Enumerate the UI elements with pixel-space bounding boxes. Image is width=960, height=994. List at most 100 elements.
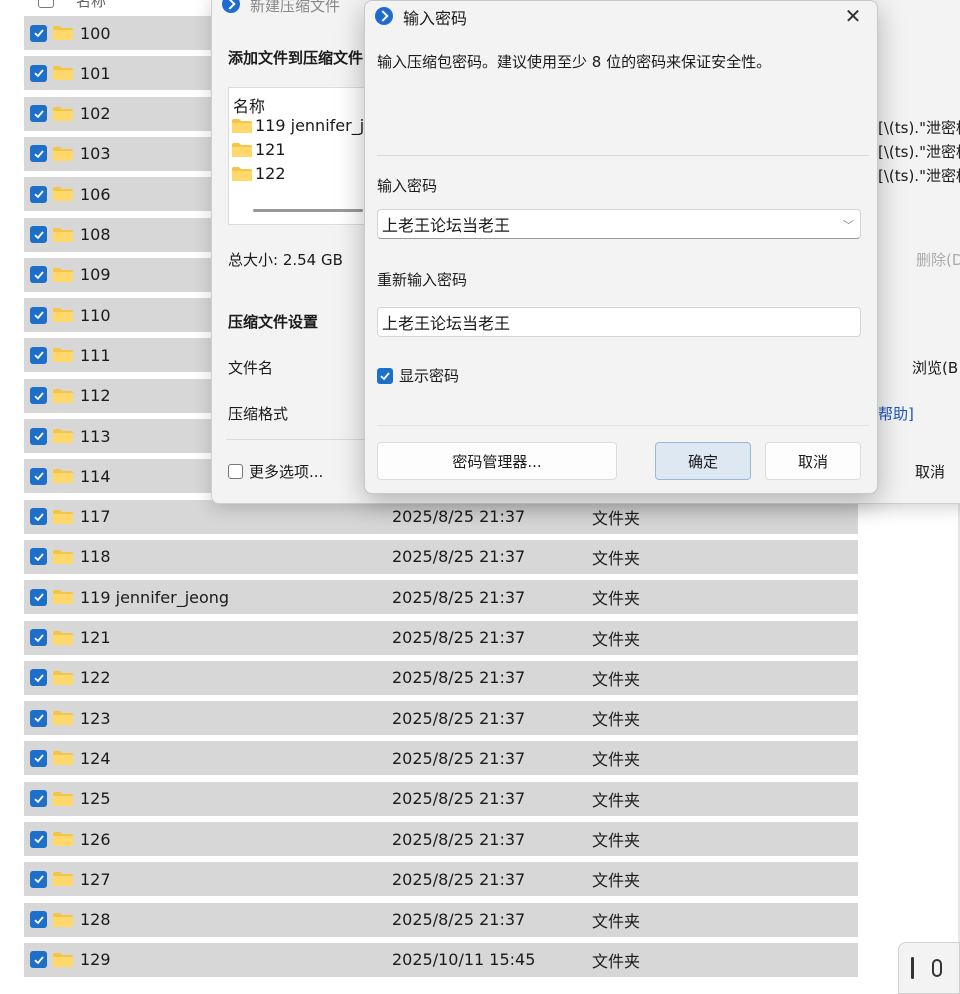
confirm-password-field[interactable]: 上老王论坛当老王 xyxy=(377,307,861,337)
row-checkbox[interactable] xyxy=(30,467,47,485)
table-row[interactable]: 126 2025/8/25 21:37 文件夹 xyxy=(24,822,858,856)
table-row[interactable]: 118 2025/8/25 21:37 文件夹 xyxy=(24,539,858,574)
row-checkbox[interactable] xyxy=(30,185,47,203)
row-checkbox[interactable] xyxy=(30,548,47,566)
column-header-name[interactable]: 名称 xyxy=(76,0,106,11)
row-type: 文件夹 xyxy=(592,589,641,609)
row-date: 2025/8/25 21:37 xyxy=(392,587,526,607)
row-checkbox[interactable] xyxy=(30,709,47,727)
file-name: 119 jennifer_jeong xyxy=(255,116,377,135)
row-checkbox[interactable] xyxy=(30,951,47,969)
row-checkbox[interactable] xyxy=(30,64,47,82)
table-row[interactable]: 122 2025/8/25 21:37 文件夹 xyxy=(24,660,858,695)
table-row[interactable]: 117 2025/8/25 21:37 文件夹 xyxy=(24,499,858,534)
table-row[interactable]: 119 jennifer_jeong 2025/8/25 21:37 文件夹 xyxy=(24,580,858,615)
text-cursor-icon[interactable] xyxy=(911,957,914,979)
folder-icon xyxy=(52,589,74,605)
file-item[interactable]: 122 xyxy=(231,164,377,183)
row-checkbox[interactable] xyxy=(30,830,47,848)
row-name: 123 xyxy=(80,708,111,728)
ok-button[interactable]: 确定 xyxy=(655,442,751,480)
folder-icon xyxy=(231,118,253,134)
microphone-icon[interactable] xyxy=(932,959,942,977)
show-password-label: 显示密码 xyxy=(399,367,460,385)
chevron-down-icon[interactable]: ﹀ xyxy=(843,217,854,233)
dialog-title: 输入密码 xyxy=(403,9,468,28)
row-checkbox[interactable] xyxy=(30,629,47,646)
row-checkbox[interactable] xyxy=(30,749,47,767)
row-checkbox[interactable] xyxy=(30,870,47,888)
row-date: 2025/8/25 21:37 xyxy=(392,869,526,889)
row-type: 文件夹 xyxy=(592,871,641,891)
row-checkbox[interactable] xyxy=(30,427,47,445)
app-logo-icon xyxy=(222,0,240,13)
file-item[interactable]: 121 xyxy=(231,140,377,159)
row-date: 2025/8/25 21:37 xyxy=(392,789,526,809)
password-field[interactable]: 上老王论坛当老王 ﹀ xyxy=(377,209,861,239)
more-options[interactable]: 更多选项... xyxy=(228,461,323,482)
folder-icon xyxy=(52,65,74,81)
folder-icon xyxy=(52,750,74,766)
row-checkbox[interactable] xyxy=(30,105,47,123)
row-checkbox[interactable] xyxy=(30,226,47,243)
folder-icon xyxy=(52,549,74,565)
folder-icon xyxy=(52,791,74,807)
row-checkbox[interactable] xyxy=(30,790,47,808)
row-checkbox[interactable] xyxy=(30,306,47,324)
table-row[interactable]: 128 2025/8/25 21:37 文件夹 xyxy=(24,902,858,937)
cancel-button[interactable]: 取消 xyxy=(907,453,960,489)
folder-icon xyxy=(52,831,74,847)
row-type: 文件夹 xyxy=(592,750,641,770)
password-dialog: 输入密码 ✕ 输入压缩包密码。建议使用至少 8 位的密码来保证安全性。 输入密码… xyxy=(364,0,878,494)
row-name: 119 jennifer_jeong xyxy=(80,587,230,607)
delete-button[interactable]: 删除(D xyxy=(916,249,960,270)
row-name: 127 xyxy=(80,869,111,889)
total-size: 总大小: 2.54 GB xyxy=(228,251,343,269)
show-password-checkbox[interactable] xyxy=(377,367,393,384)
password-value: 上老王论坛当老王 xyxy=(382,216,511,235)
file-item[interactable]: 119 jennifer_jeong xyxy=(231,116,377,135)
row-checkbox[interactable] xyxy=(30,588,47,606)
close-icon[interactable]: ✕ xyxy=(839,3,867,29)
show-password-toggle[interactable]: 显示密码 xyxy=(377,365,459,386)
row-name: 128 xyxy=(80,910,111,930)
folder-icon xyxy=(52,630,74,646)
table-row[interactable]: 127 2025/8/25 21:37 文件夹 xyxy=(24,862,858,897)
row-checkbox[interactable] xyxy=(30,266,47,284)
checkmark-icon xyxy=(380,371,390,380)
divider xyxy=(377,425,869,426)
row-checkbox[interactable] xyxy=(30,508,47,526)
row-date: 2025/10/11 15:45 xyxy=(392,950,536,970)
row-checkbox[interactable] xyxy=(30,669,47,687)
password-manager-button[interactable]: 密码管理器... xyxy=(377,442,617,480)
table-row[interactable]: 121 2025/8/25 21:37 文件夹 xyxy=(24,620,858,655)
table-row[interactable]: 125 2025/8/25 21:37 文件夹 xyxy=(24,781,858,816)
row-checkbox[interactable] xyxy=(30,346,47,364)
folder-icon xyxy=(52,428,74,444)
horizontal-scrollbar[interactable] xyxy=(253,209,363,212)
table-row[interactable]: 129 2025/10/11 15:45 文件夹 xyxy=(24,942,858,977)
row-name: 124 xyxy=(80,748,111,768)
folder-icon xyxy=(52,267,74,283)
cancel-button[interactable]: 取消 xyxy=(765,442,861,480)
row-checkbox[interactable] xyxy=(30,387,47,405)
row-date: 2025/8/25 21:37 xyxy=(392,829,526,849)
row-date: 2025/8/25 21:37 xyxy=(392,708,526,728)
folder-icon xyxy=(52,710,74,726)
confirm-password-label: 重新输入密码 xyxy=(377,271,468,289)
row-checkbox[interactable] xyxy=(30,911,47,929)
row-name: 118 xyxy=(80,547,111,567)
more-options-checkbox[interactable] xyxy=(228,464,243,479)
dialog-title: 新建压缩文件 xyxy=(250,0,341,15)
table-row[interactable]: 123 2025/8/25 21:37 文件夹 xyxy=(24,701,858,736)
table-row[interactable]: 124 2025/8/25 21:37 文件夹 xyxy=(24,741,858,776)
filename-label: 文件名 xyxy=(228,359,274,377)
browse-button[interactable]: 浏览(B xyxy=(912,357,958,378)
select-all-checkbox[interactable] xyxy=(38,0,54,8)
row-checkbox[interactable] xyxy=(30,145,47,163)
folder-icon xyxy=(52,307,74,323)
files-list-box[interactable]: 名称 119 jennifer_jeong 121 122 xyxy=(228,87,378,225)
row-checkbox[interactable] xyxy=(30,24,47,42)
folder-icon xyxy=(52,146,74,162)
help-link[interactable]: 帮助] xyxy=(878,403,914,424)
